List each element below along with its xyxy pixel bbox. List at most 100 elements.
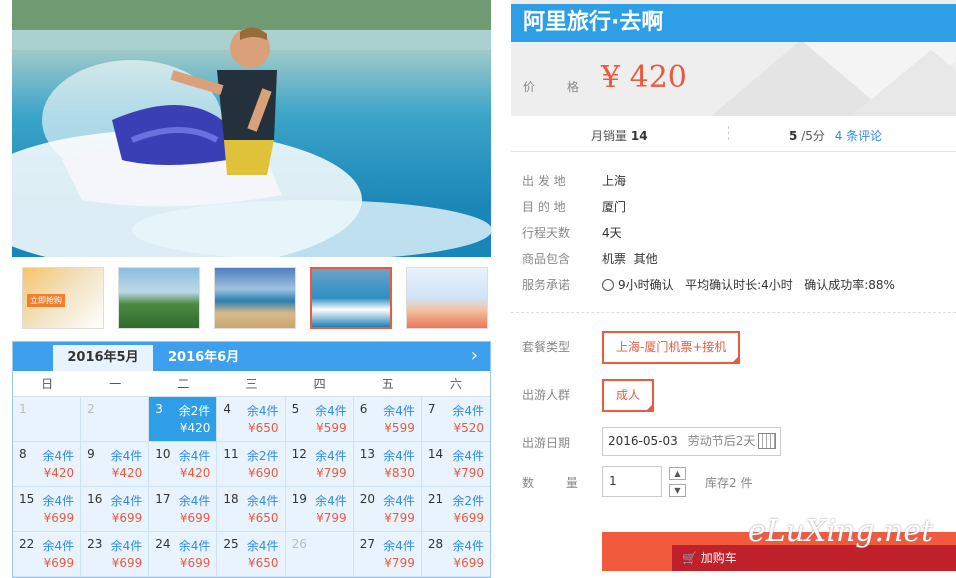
quantity-input[interactable]: 1 [602,466,662,497]
calendar-day-selected[interactable]: 3 余2件 ¥420 [149,397,218,442]
calendar-day[interactable]: 19 余4件 ¥799 [285,487,354,532]
day-remaining: 余4件 [110,494,143,508]
divider [511,312,956,313]
day-price: ¥699 [179,511,211,525]
day-remaining: 余2件 [452,494,484,508]
origin-value: 上海 [602,174,627,188]
calendar-day[interactable]: 15 余4件 ¥699 [13,487,82,532]
day-number: 6 [359,402,368,416]
date-value: 2016-05-03 [608,434,678,448]
day-price: ¥420 [179,421,211,435]
weekday-label: 四 [313,377,326,391]
calendar-day[interactable]: 18 余4件 ¥650 [217,487,286,532]
monthly-sales: 月销量 14 [591,127,648,144]
reviews-link[interactable]: 4 条评论 [835,129,882,143]
package-label: 套餐类型 [522,340,571,354]
thumbnail-2[interactable] [118,267,200,329]
calendar-icon[interactable] [758,433,776,449]
day-remaining: 余4件 [42,494,75,508]
date-input[interactable]: 2016-05-03 劳动节后2天 [602,427,781,456]
calendar-day[interactable]: 6 余4件 ¥599 [353,397,422,442]
day-price: ¥699 [43,556,75,570]
main-product-image [12,0,491,257]
thumbnail-4-selected[interactable] [310,267,392,329]
price-value: ¥ 420 [601,60,687,95]
day-price: ¥690 [248,466,279,480]
calendar-day[interactable]: 10 余4件 ¥420 [149,442,218,487]
calendar-day[interactable]: 7 余4件 ¥520 [421,397,490,442]
calendar-day[interactable]: 16 余4件 ¥699 [81,487,150,532]
day-price: ¥420 [179,466,211,480]
calendar-day[interactable]: 5 余4件 ¥599 [285,397,354,442]
gallery-section: 立即抢购 2016年5月 2016年6月 › 日一二三四五六 1 2 3 余2件 ¥42… [12,0,491,578]
calendar-day[interactable]: 24 余4件 ¥699 [149,532,218,577]
weekday-label: 日 [41,377,54,391]
calendar-day: 1 [13,397,82,442]
day-price: ¥699 [111,556,143,570]
date-label: 出游日期 [522,436,571,450]
tab-june[interactable]: 2016年6月 [168,345,239,371]
calendar-day[interactable]: 9 余4件 ¥420 [81,442,150,487]
calendar-header: 2016年5月 2016年6月 › [13,342,490,371]
increment-button[interactable]: ▲ [669,467,686,480]
day-number: 4 [223,402,232,416]
calendar-day[interactable]: 23 余4件 ¥699 [81,532,150,577]
day-remaining: 余4件 [178,449,211,463]
calendar-day[interactable]: 28 余4件 ¥699 [421,532,490,577]
date-hint: 劳动节后2天 [687,434,756,448]
calendar-day[interactable]: 14 余4件 ¥790 [421,442,490,487]
calendar-day[interactable]: 11 余2件 ¥690 [217,442,286,487]
tab-may[interactable]: 2016年5月 [53,345,153,371]
calendar-day[interactable]: 20 余4件 ¥799 [353,487,422,532]
day-remaining: 余4件 [246,539,279,553]
product-panel: 阿里旅行·去啊 价 格 ¥ 420 月销量 14 5 /5分 4 条评论 出 发… [511,0,956,571]
chevron-right-icon[interactable]: › [471,345,478,366]
day-number: 18 [223,492,239,506]
thumbnail-1[interactable]: 立即抢购 [22,267,104,329]
day-price: ¥799 [384,556,415,570]
day-remaining: 余2件 [246,449,279,463]
day-number: 28 [427,537,444,551]
calendar-day[interactable]: 25 余4件 ¥650 [217,532,286,577]
add-to-cart-label: 加购车 [700,551,737,565]
thumbnail-5[interactable] [406,267,488,329]
days-label: 行程天数 [522,226,571,240]
calendar-day[interactable]: 13 余4件 ¥830 [353,442,422,487]
calendar-day[interactable]: 12 余4件 ¥799 [285,442,354,487]
decrement-button[interactable]: ▼ [669,484,686,497]
calendar-day[interactable]: 22 余4件 ¥699 [13,532,82,577]
thumbnail-strip: 立即抢购 [12,257,491,337]
day-price: ¥699 [43,511,75,525]
day-remaining: 余4件 [315,404,347,418]
day-remaining: 余4件 [452,404,484,418]
weekday-label: 三 [245,377,258,391]
service-value: 9小时确认 平均确认时长:4小时 确认成功率:88% [602,276,895,293]
day-number: 14 [427,447,444,461]
includes-label: 商品包含 [522,252,571,266]
day-number: 2 [87,402,95,416]
calendar-day[interactable]: 8 余4件 ¥420 [13,442,82,487]
divider [728,126,729,140]
calendar-day[interactable]: 17 余4件 ¥699 [149,487,218,532]
day-number: 11 [223,447,239,461]
thumbnail-3[interactable] [214,267,296,329]
destination-value: 厦门 [602,200,627,214]
day-remaining: 余4件 [452,449,484,463]
thumbnail-badge: 立即抢购 [27,294,65,307]
day-remaining: 余4件 [246,494,279,508]
day-number: 15 [19,492,35,506]
day-remaining: 余4件 [178,539,211,553]
day-price: ¥520 [453,421,484,435]
day-number: 9 [87,447,95,461]
day-number: 13 [359,447,375,461]
weekday-label: 五 [381,377,394,391]
day-number: 20 [359,492,375,506]
calendar-day[interactable]: 27 余4件 ¥799 [353,532,422,577]
calendar-day[interactable]: 21 余2件 ¥699 [421,487,490,532]
package-option[interactable]: 上海-厦门机票+接机 [602,331,741,364]
crowd-option[interactable]: 成人 [602,379,655,412]
day-number: 12 [291,447,307,461]
day-number: 7 [427,402,436,416]
check-circle-icon [602,279,614,291]
calendar-day[interactable]: 4 余4件 ¥650 [217,397,286,442]
